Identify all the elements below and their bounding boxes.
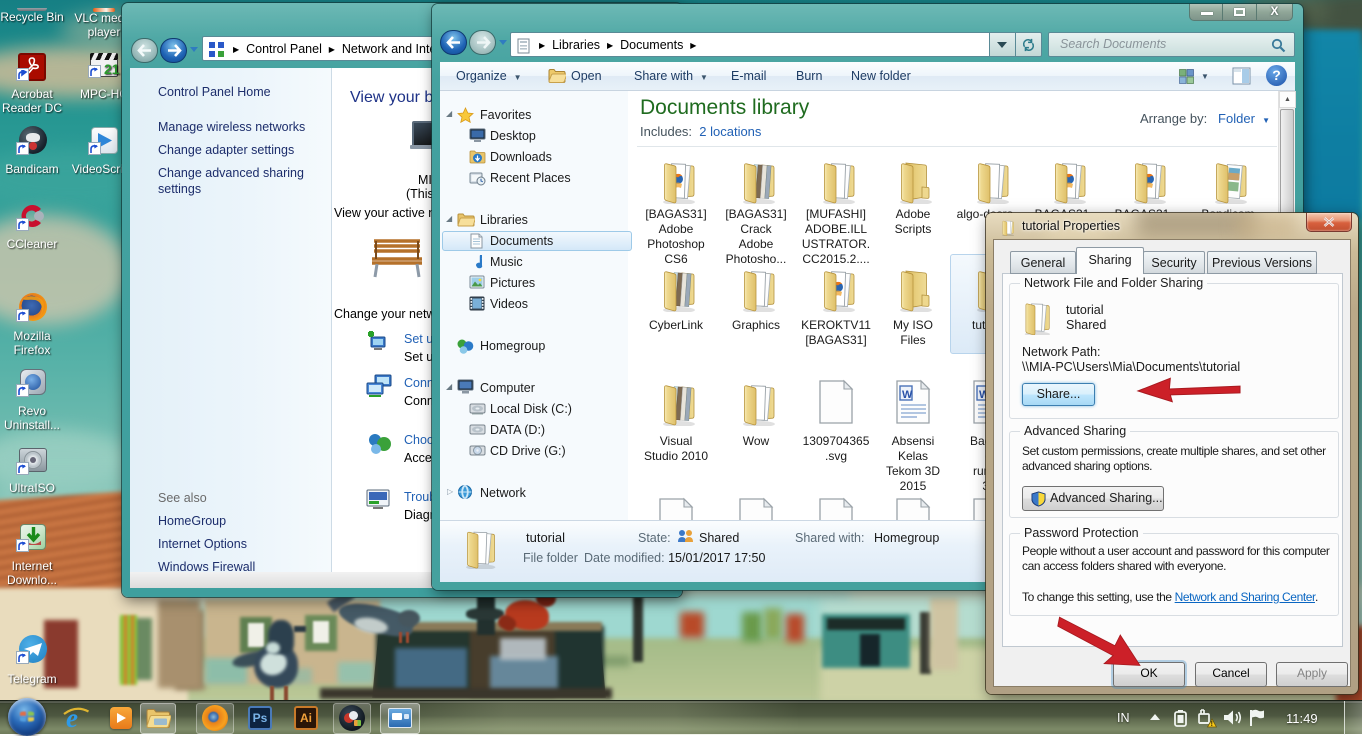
svg-text:!: ! <box>1211 721 1213 728</box>
